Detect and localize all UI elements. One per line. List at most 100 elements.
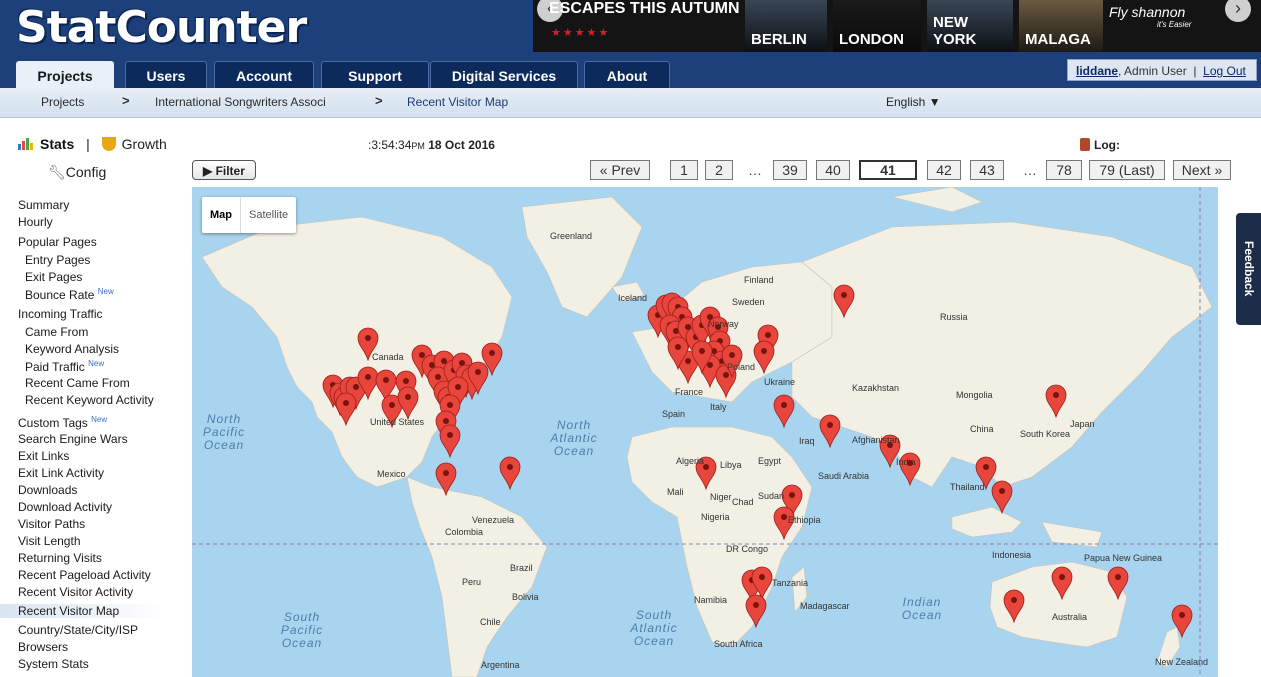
sidebar-item[interactable]: Exit Pages	[25, 270, 82, 284]
visitor-marker-dot	[365, 335, 371, 341]
sidebar-item[interactable]: Bounce Rate New	[25, 287, 114, 302]
sidebar-item[interactable]: Browsers	[18, 640, 68, 654]
logout-link[interactable]: Log Out	[1203, 64, 1246, 78]
ad-stars: ★★★★★	[551, 27, 611, 39]
country-label: Madagascar	[800, 601, 850, 611]
breadcrumb-project-name[interactable]: International Songwriters Associ	[155, 95, 326, 109]
ad-city-malaga: MALAGA	[1019, 0, 1103, 52]
statcounter-logo[interactable]: StatCounter	[16, 2, 307, 53]
sidebar-item[interactable]: Recent Keyword Activity	[25, 393, 154, 407]
sidebar-item[interactable]: Recent Visitor Map	[0, 604, 166, 618]
stats-link[interactable]: Stats	[40, 136, 74, 152]
visitor-marker-dot	[1179, 612, 1185, 618]
tab-users[interactable]: Users	[125, 61, 207, 88]
tab-account[interactable]: Account	[214, 61, 314, 88]
visitor-marker-dot	[441, 358, 447, 364]
visitor-marker-icon[interactable]	[773, 394, 795, 429]
sidebar-item[interactable]: Recent Visitor Activity	[18, 585, 133, 599]
ad-brand: Fly shannon it's Easier	[1109, 4, 1192, 29]
sidebar-item[interactable]: Recent Pageload Activity	[18, 568, 151, 582]
log-label: Log:	[1080, 138, 1120, 152]
country-label: Ukraine	[764, 377, 796, 387]
sidebar-item[interactable]: Incoming Traffic	[18, 307, 102, 321]
sidebar-item[interactable]: Recent Came From	[25, 376, 130, 390]
page-42[interactable]: 42	[927, 160, 961, 180]
country-label: Ethiopia	[788, 515, 821, 525]
tab-digital-services[interactable]: Digital Services	[430, 61, 578, 88]
page-1[interactable]: 1	[670, 160, 698, 180]
stats-growth-switch: Stats | Growth	[18, 136, 167, 152]
sidebar-item[interactable]: Custom Tags New	[18, 415, 107, 430]
sidebar-item[interactable]: Came From	[25, 325, 88, 339]
satellite-view-button[interactable]: Satellite	[241, 197, 296, 233]
country-label: Colombia	[445, 527, 484, 537]
sidebar-item[interactable]: Visit Length	[18, 534, 81, 548]
visitor-marker-dot	[507, 464, 513, 470]
page-2[interactable]: 2	[705, 160, 733, 180]
country-label: France	[675, 387, 704, 397]
sidebar-item[interactable]: Summary	[18, 198, 69, 212]
visitor-marker-dot	[435, 374, 441, 380]
new-badge: New	[88, 359, 105, 368]
ocean-label: North Atlantic Ocean	[550, 418, 598, 458]
growth-link[interactable]: Growth	[122, 136, 167, 152]
sidebar-item[interactable]: Exit Links	[18, 449, 69, 463]
visitor-marker-dot	[489, 350, 495, 356]
next-page-button[interactable]: Next »	[1173, 160, 1231, 180]
sidebar-item[interactable]: Download Activity	[18, 500, 112, 514]
config-link[interactable]: 🔧︎Config	[48, 164, 106, 181]
country-label: Libya	[720, 460, 742, 470]
sidebar-item[interactable]: Returning Visits	[18, 551, 102, 565]
country-label: Iceland	[618, 293, 648, 303]
ad-city-london: LONDON	[833, 0, 921, 52]
visitor-map[interactable]: Map Satellite Greenland Iceland Finland Swed…	[192, 187, 1218, 677]
breadcrumb-current: Recent Visitor Map	[407, 95, 509, 109]
sidebar-item[interactable]: Country/State/City/ISP	[18, 623, 138, 637]
country-label: DR Congo	[726, 544, 769, 554]
visitor-marker-icon[interactable]	[439, 424, 461, 459]
tab-projects[interactable]: Projects	[16, 61, 114, 88]
sidebar-item[interactable]: Exit Link Activity	[18, 466, 104, 480]
page-40[interactable]: 40	[816, 160, 850, 180]
country-label: Sudan	[758, 491, 785, 501]
sidebar-item[interactable]: System Stats	[18, 657, 89, 671]
visitor-marker-icon[interactable]	[819, 414, 841, 449]
filter-button[interactable]: ▶ Filter	[192, 160, 256, 180]
sidebar-item[interactable]: Entry Pages	[25, 253, 90, 267]
ocean-label: Indian Ocean	[901, 595, 943, 622]
country-label: Papua New Guinea	[1084, 553, 1163, 563]
sidebar-item[interactable]: Downloads	[18, 483, 77, 497]
country-label: Bolivia	[512, 592, 539, 602]
sidebar-item[interactable]: Search Engine Wars	[18, 432, 128, 446]
username-link[interactable]: liddane	[1076, 64, 1118, 78]
tab-about[interactable]: About	[584, 61, 670, 88]
language-select[interactable]: English ▼	[886, 95, 941, 109]
ocean-label: North Pacific Ocean	[202, 412, 246, 452]
country-label: Tanzania	[772, 578, 809, 588]
user-role: , Admin User	[1118, 64, 1187, 78]
sidebar-item[interactable]: Paid Traffic New	[25, 359, 104, 374]
page-78[interactable]: 78	[1046, 160, 1082, 180]
sidebar-item[interactable]: Visitor Paths	[18, 517, 85, 531]
breadcrumb-projects[interactable]: Projects	[41, 95, 84, 109]
divider: |	[86, 136, 90, 152]
page-39[interactable]: 39	[773, 160, 807, 180]
country-label: South Africa	[714, 639, 763, 649]
visitor-marker-dot	[759, 574, 765, 580]
ad-banner[interactable]: ‹ ESCAPES THIS AUTUMN ★★★★★ BERLIN LONDO…	[533, 0, 1261, 52]
tab-support[interactable]: Support	[321, 61, 429, 88]
prev-page-button[interactable]: « Prev	[590, 160, 650, 180]
sidebar-item[interactable]: Keyword Analysis	[25, 342, 119, 356]
feedback-tab[interactable]: Feedback	[1236, 213, 1261, 325]
visitor-marker-dot	[753, 602, 759, 608]
sidebar-item[interactable]: Hourly	[18, 215, 53, 229]
page-current[interactable]: 41	[859, 160, 917, 180]
page-43[interactable]: 43	[970, 160, 1004, 180]
sidebar-item[interactable]: Popular Pages	[18, 235, 97, 249]
map-view-button[interactable]: Map	[202, 197, 241, 233]
ad-next-arrow-icon[interactable]: ›	[1225, 0, 1251, 22]
new-badge: New	[91, 415, 108, 424]
page-last[interactable]: 79 (Last)	[1089, 160, 1165, 180]
visitor-marker-icon[interactable]	[499, 456, 521, 491]
bar-chart-icon	[18, 138, 34, 150]
